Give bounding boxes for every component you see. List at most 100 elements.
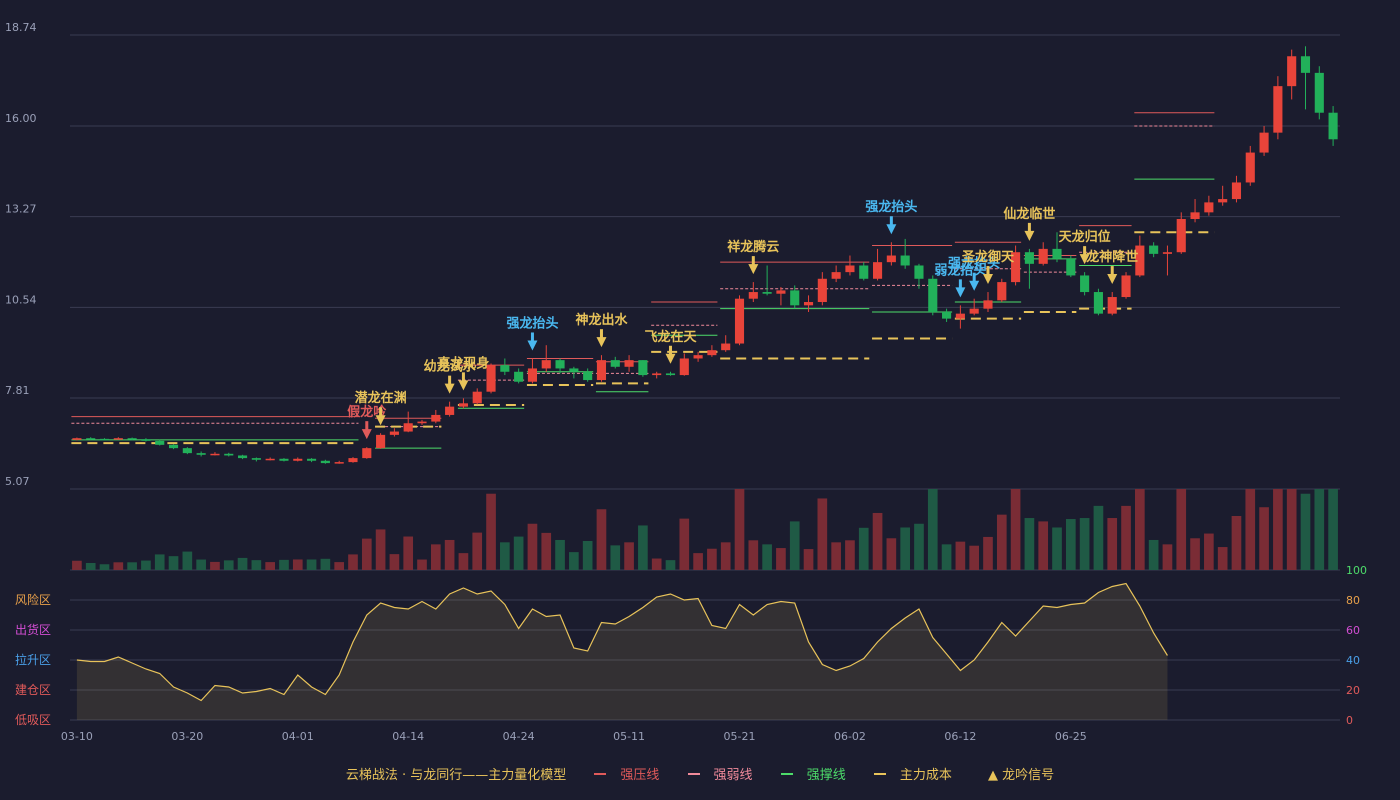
date-tick-label: 04-01 <box>282 730 314 743</box>
osc-tick-label: 20 <box>1346 684 1360 697</box>
candle-body <box>872 262 883 279</box>
candle-body <box>141 439 151 441</box>
volume-bar <box>141 560 151 570</box>
candle-body <box>1093 292 1103 314</box>
volume-bar <box>154 554 165 570</box>
candle-body <box>886 255 896 263</box>
volume-bar <box>500 542 510 570</box>
volume-bar <box>955 541 966 570</box>
price-tick-label: 18.74 <box>5 21 37 34</box>
volume-bar <box>513 536 524 570</box>
volume-bar <box>168 556 179 570</box>
date-tick-label: 06-25 <box>1055 730 1087 743</box>
candle-body <box>334 462 344 464</box>
candle-body <box>113 438 123 440</box>
date-tick-label: 04-24 <box>503 730 535 743</box>
date-tick-label: 03-20 <box>171 730 203 743</box>
signal-label: 强龙抬头 <box>506 315 558 331</box>
zone-label: 风险区 <box>15 592 51 607</box>
volume-bar <box>375 529 386 570</box>
volume-bar <box>85 562 96 570</box>
volume-bar <box>196 559 206 570</box>
date-tick-label: 06-12 <box>944 730 976 743</box>
candle-body <box>389 431 399 435</box>
signal-label: 圣龙御天 <box>962 249 1015 265</box>
candle-body <box>721 343 731 351</box>
candle-body <box>86 438 96 440</box>
signal-arrow-stem <box>972 272 976 282</box>
volume-bar <box>969 545 980 570</box>
volume-bar <box>665 560 676 570</box>
candle-body <box>224 453 234 456</box>
volume-bar <box>582 540 593 570</box>
candle-body <box>693 355 703 359</box>
candle-body <box>72 438 82 440</box>
signal-arrow-stem <box>379 407 383 417</box>
candle-body <box>210 453 220 456</box>
volume-bar <box>527 523 538 570</box>
osc-tick-label: 40 <box>1346 654 1360 667</box>
volume-bar <box>707 548 717 570</box>
volume-bar <box>914 523 924 570</box>
volume-bar <box>306 559 317 570</box>
candle-body <box>445 406 455 415</box>
candle-body <box>265 458 275 461</box>
candle-body <box>514 371 524 382</box>
volume-bar <box>1148 539 1159 570</box>
volume-bar <box>1010 489 1021 570</box>
signal-arrow-stem <box>958 279 962 289</box>
date-tick-label: 03-10 <box>61 730 93 743</box>
volume-bar <box>886 538 897 570</box>
candle-body <box>1204 202 1214 213</box>
volume-bar <box>720 542 731 570</box>
zone-label: 低吸区 <box>15 713 51 727</box>
candle-body <box>182 448 192 454</box>
signal-arrow-stem <box>448 375 452 385</box>
candle-body <box>624 360 634 367</box>
candle-body <box>997 282 1007 301</box>
candle-body <box>417 421 427 424</box>
volume-bar <box>1065 519 1076 570</box>
candle-body <box>914 265 924 279</box>
signal-label: 飞龙在天 <box>644 329 697 345</box>
candle-body <box>762 292 772 294</box>
candle-body <box>1300 56 1311 73</box>
candle-body <box>928 278 938 312</box>
volume-bar <box>1107 518 1118 570</box>
zone-label: 建仓区 <box>15 683 51 697</box>
candle-body <box>969 308 979 314</box>
candle-body <box>1024 252 1034 264</box>
candlestick-chart: 假龙吟潜龙在渊幼龙试水真龙现身强龙抬头 神龙出水飞龙在天祥龙腾云强龙抬头弱龙抬头强… <box>0 0 1400 800</box>
signal-arrow-stem <box>751 256 755 266</box>
candle-body <box>803 302 814 306</box>
volume-bar <box>1286 489 1297 570</box>
volume-bar <box>569 552 579 570</box>
volume-bar <box>596 509 607 570</box>
date-tick-label: 06-02 <box>834 730 866 743</box>
signal-label: 潜龙在渊 <box>355 390 407 406</box>
volume-bar <box>320 558 331 570</box>
candle-body <box>900 255 910 266</box>
volume-bar <box>541 532 552 570</box>
volume-bar <box>251 560 262 570</box>
volume-bar <box>817 498 828 570</box>
volume-bar <box>1190 538 1200 570</box>
zone-label: 出货区 <box>15 622 51 637</box>
signal-label: 神龙出水 <box>575 312 628 328</box>
candle-body <box>1245 152 1255 183</box>
candle-body <box>1149 245 1159 254</box>
volume-bar <box>693 553 703 570</box>
volume-bar <box>789 521 800 570</box>
candle-body <box>817 278 827 303</box>
volume-bar <box>444 539 455 570</box>
volume-bar <box>900 527 910 570</box>
legend-item-strong-pressure: 强压线 <box>594 764 667 783</box>
volume-bar <box>1245 489 1256 570</box>
volume-bar <box>872 512 883 570</box>
volume-bar <box>1204 533 1214 570</box>
volume-bar <box>1300 493 1311 570</box>
volume-bar <box>638 525 648 570</box>
signal-arrow-stem <box>1027 222 1031 232</box>
candle-body <box>983 300 993 309</box>
volume-bar <box>858 527 869 570</box>
